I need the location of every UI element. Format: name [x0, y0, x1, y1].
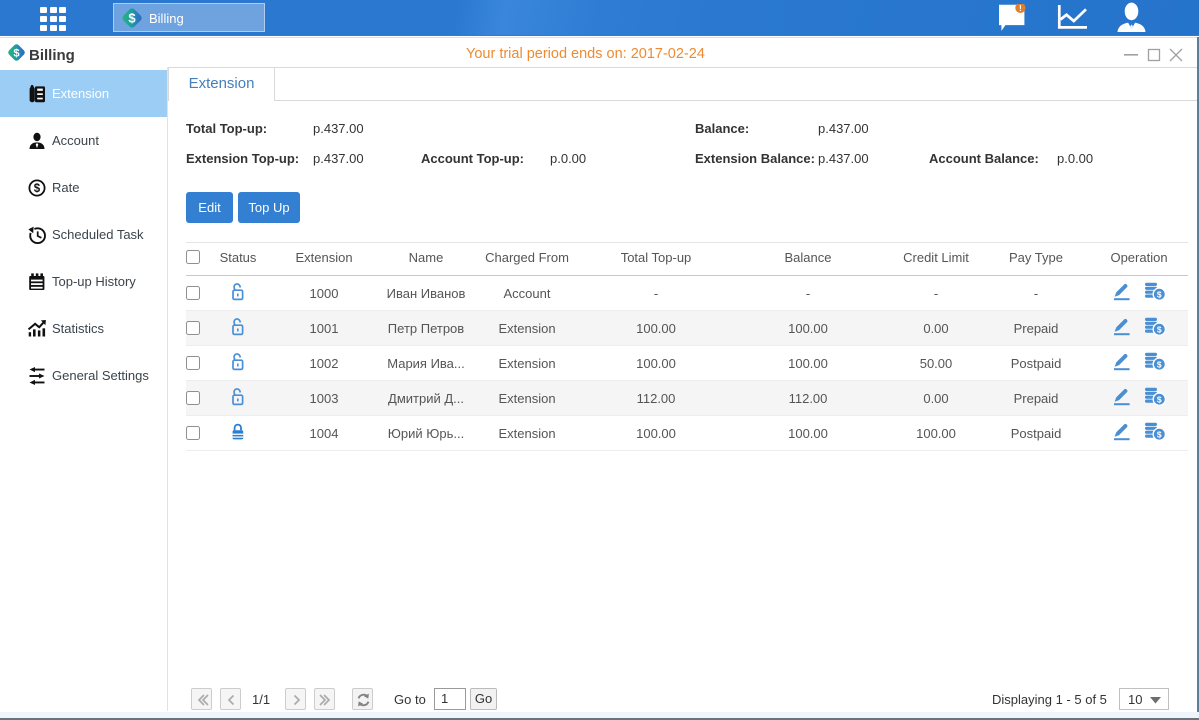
svg-text:!: !	[1019, 4, 1022, 13]
svg-text:$: $	[1157, 359, 1162, 369]
svg-text:$: $	[1157, 429, 1162, 439]
svg-text:$: $	[13, 47, 20, 59]
svg-text:$: $	[1157, 289, 1162, 299]
svg-text:$: $	[1157, 394, 1162, 404]
svg-text:$: $	[128, 11, 136, 26]
svg-text:$: $	[34, 183, 41, 195]
svg-text:$: $	[1157, 324, 1162, 334]
